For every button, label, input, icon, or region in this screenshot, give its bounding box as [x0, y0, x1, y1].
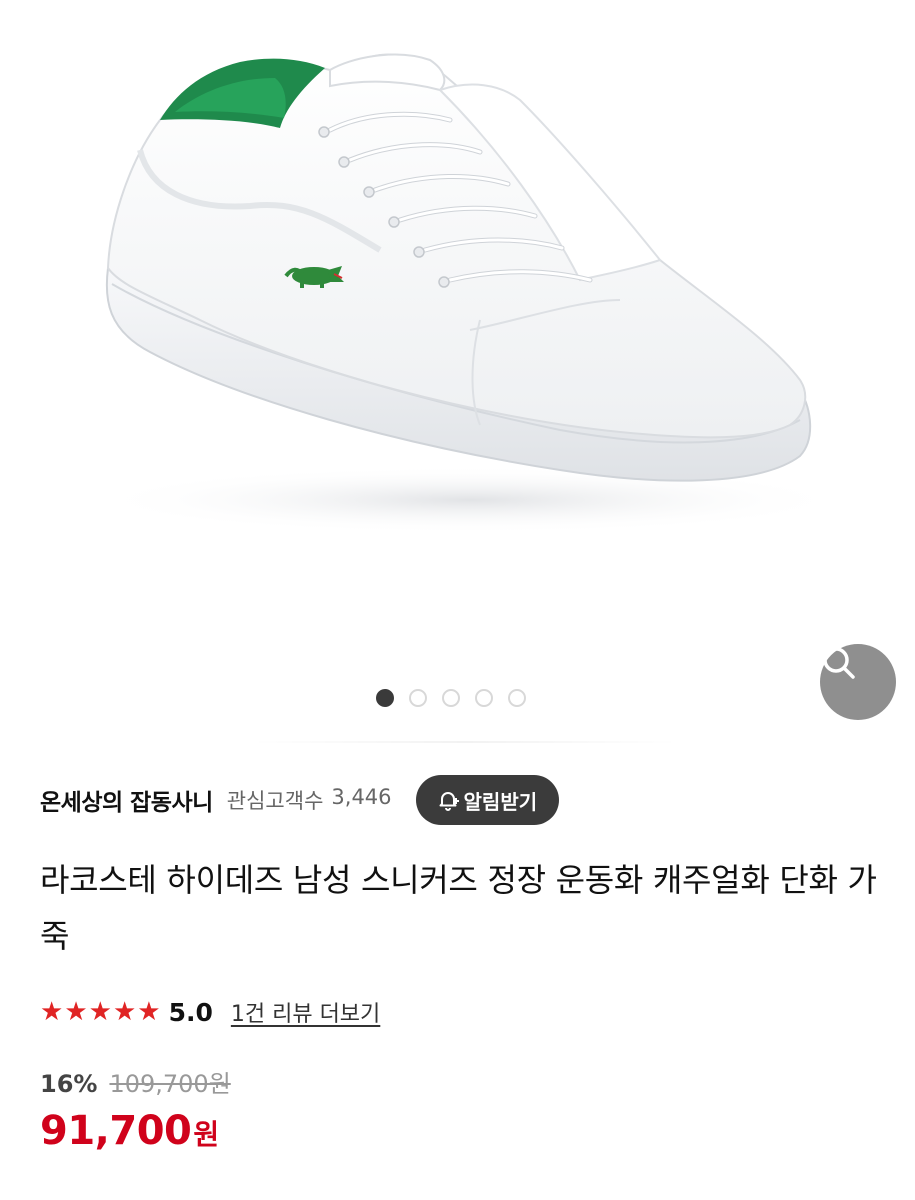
gallery-dot[interactable]	[409, 689, 427, 707]
subscribe-alert-button[interactable]: 알림받기	[415, 775, 560, 825]
discount-row: 16% 109,700원	[40, 1064, 231, 1099]
product-image	[90, 53, 850, 534]
review-more-link[interactable]: 1건 리뷰 더보기	[231, 996, 380, 1028]
star-icon: ★	[88, 997, 112, 1027]
image-zoom-button[interactable]	[820, 644, 896, 720]
star-rating: ★ ★ ★ ★ ★	[40, 999, 161, 1025]
seller-row: 온세상의 잡동사니 관심고객수 3,446 알림받기	[40, 774, 895, 826]
gallery-dot[interactable]	[508, 689, 526, 707]
discount-rate: 16%	[40, 1070, 98, 1098]
rating-row: ★ ★ ★ ★ ★ 5.0 1건 리뷰 더보기	[40, 990, 380, 1034]
gallery-pager[interactable]	[376, 689, 526, 707]
gallery-dot[interactable]	[442, 689, 460, 707]
alert-button-label: 알림받기	[463, 789, 538, 814]
gallery-dot[interactable]	[475, 689, 493, 707]
follower-value: 3,446	[331, 785, 392, 809]
follower-label: 관심고객수	[226, 789, 324, 813]
star-icon: ★	[112, 997, 137, 1027]
sale-price-value: 91,700	[40, 1108, 192, 1154]
divider	[250, 741, 680, 743]
seller-name[interactable]: 온세상의 잡동사니	[40, 783, 213, 817]
product-title: 라코스테 하이데즈 남성 스니커즈 정장 운동화 캐주얼화 단화 가죽	[40, 861, 877, 955]
star-icon: ★	[64, 997, 88, 1027]
rating-score: 5.0	[168, 997, 213, 1027]
original-price: 109,700원	[109, 1070, 231, 1098]
follower-count: 관심고객수 3,446	[227, 785, 392, 815]
bell-plus-icon	[439, 792, 459, 811]
sale-price: 91,700 원	[40, 1108, 219, 1154]
product-image-gallery[interactable]	[0, 0, 915, 745]
search-icon	[823, 647, 855, 679]
gallery-dot-active[interactable]	[376, 689, 394, 707]
sale-price-unit: 원	[193, 1118, 220, 1151]
star-icon: ★	[40, 997, 64, 1027]
star-icon: ★	[137, 997, 161, 1027]
